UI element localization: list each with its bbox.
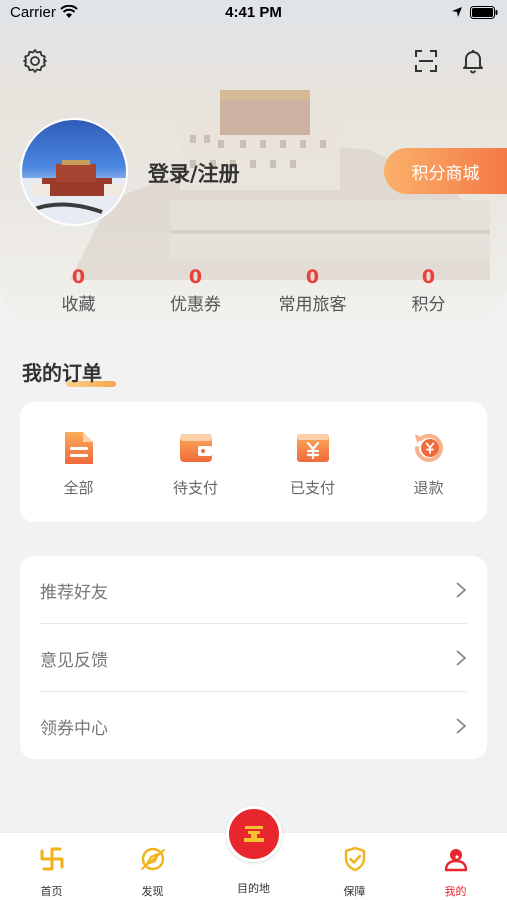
order-pending-payment-button[interactable]: 待支付 <box>137 430 254 498</box>
stat-favorites[interactable]: 0 收藏 <box>20 266 137 315</box>
orders-card: 全部 待支付 已支付 退款 <box>20 402 487 522</box>
tab-discover[interactable]: 发现 <box>102 845 203 899</box>
battery-icon <box>470 6 498 19</box>
menu-item-label: 推荐好友 <box>40 582 108 603</box>
user-icon <box>444 849 467 872</box>
shield-check-icon <box>344 846 365 872</box>
clock-label: 4:41 PM <box>225 4 282 21</box>
tab-label: 目的地 <box>237 882 270 895</box>
order-label: 已支付 <box>289 479 335 497</box>
stat-value: 0 <box>421 266 436 288</box>
avatar-image <box>22 160 126 224</box>
scan-button[interactable] <box>411 46 441 76</box>
refund-icon <box>414 433 443 462</box>
tab-label: 首页 <box>40 885 63 898</box>
tab-guarantee[interactable]: 保障 <box>304 845 405 899</box>
gear-icon <box>23 49 47 73</box>
points-mall-button[interactable]: 积分商城 <box>384 148 507 194</box>
menu-item-feedback[interactable]: 意见反馈 <box>40 624 467 692</box>
notifications-button[interactable] <box>458 46 488 76</box>
stat-points[interactable]: 0 积分 <box>370 266 487 315</box>
order-all-button[interactable]: 全部 <box>20 430 137 498</box>
stat-label: 积分 <box>411 295 446 315</box>
menu-item-label: 领券中心 <box>40 718 108 739</box>
order-label: 全部 <box>63 479 94 497</box>
wallet-icon <box>179 434 212 462</box>
avatar[interactable] <box>20 118 128 226</box>
stat-frequent-travelers[interactable]: 0 常用旅客 <box>254 266 371 315</box>
menu-item-coupon-center[interactable]: 领券中心 <box>40 692 467 760</box>
document-icon <box>64 432 93 464</box>
menu-card: 推荐好友 意见反馈 领券中心 <box>20 556 487 759</box>
login-register-link[interactable]: 登录/注册 <box>148 158 240 188</box>
order-label: 退款 <box>413 479 444 497</box>
tab-label: 发现 <box>141 885 164 898</box>
stat-value: 0 <box>305 266 320 288</box>
destination-icon <box>244 826 264 842</box>
status-bar: Carrier 4:41 PM <box>0 0 507 30</box>
stat-label: 常用旅客 <box>278 295 347 315</box>
scan-icon <box>415 50 437 72</box>
order-paid-button[interactable]: 已支付 <box>254 430 371 498</box>
chevron-right-icon <box>456 582 467 598</box>
discover-icon <box>140 847 165 871</box>
tab-home[interactable]: 首页 <box>1 845 102 899</box>
bell-icon <box>463 50 483 74</box>
menu-item-label: 意见反馈 <box>40 650 108 671</box>
tab-label: 我的 <box>444 885 467 898</box>
settings-button[interactable] <box>20 46 50 76</box>
order-label: 待支付 <box>172 479 218 497</box>
stat-value: 0 <box>188 266 203 288</box>
tab-destination[interactable] <box>226 806 282 862</box>
chevron-right-icon <box>456 718 467 734</box>
stat-label: 收藏 <box>61 295 96 315</box>
order-refund-button[interactable]: 退款 <box>370 430 487 498</box>
menu-item-recommend-friends[interactable]: 推荐好友 <box>40 556 467 624</box>
home-swastika-icon <box>40 847 63 871</box>
stat-value: 0 <box>71 266 86 288</box>
chevron-right-icon <box>456 650 467 666</box>
stat-coupons[interactable]: 0 优惠券 <box>137 266 254 315</box>
stat-label: 优惠券 <box>170 295 221 315</box>
tab-mine[interactable]: 我的 <box>405 845 506 899</box>
orders-section-title: 我的订单 <box>22 361 102 385</box>
tab-label: 保障 <box>343 885 366 898</box>
location-arrow-icon <box>452 7 462 17</box>
yuan-bill-icon <box>296 434 329 462</box>
